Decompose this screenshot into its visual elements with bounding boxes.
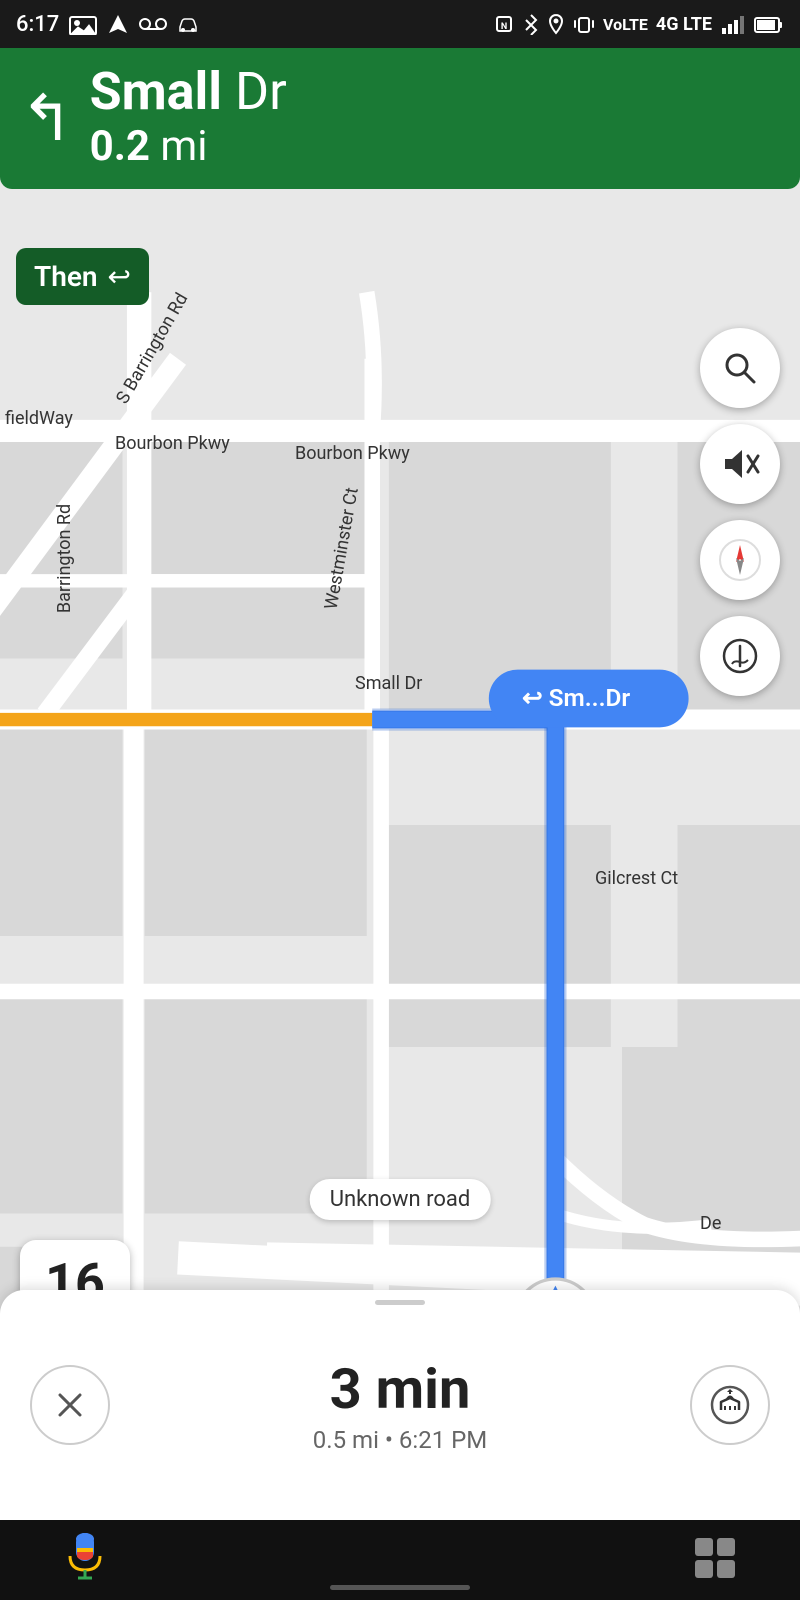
nav-distance: 0.2 mi <box>90 122 780 171</box>
turn-arrow-icon: ↰ <box>20 87 74 151</box>
add-note-button[interactable] <box>700 616 780 696</box>
network-label: VoLTE <box>603 15 648 34</box>
location-arrow-icon <box>107 13 129 35</box>
eta-section: 3 min 0.5 mi • 6:21 PM <box>110 1356 690 1454</box>
map-buttons <box>700 328 780 696</box>
mic-icon <box>60 1528 110 1588</box>
signal-icon <box>720 14 746 34</box>
lte-label: 4G LTE <box>656 14 712 35</box>
car-icon <box>177 15 199 33</box>
home-indicator <box>330 1585 470 1590</box>
compass-button[interactable] <box>700 520 780 600</box>
search-icon <box>722 350 758 386</box>
gallery-icon <box>69 13 97 35</box>
eta-time: 3 min <box>110 1356 690 1422</box>
bottom-handle <box>375 1300 425 1305</box>
then-bubble: Then ↩ <box>16 248 149 305</box>
cancel-icon <box>52 1387 88 1423</box>
street-name: Small Dr <box>90 66 780 118</box>
vibrate-icon <box>573 13 595 35</box>
map-area: ↩ Sm...Dr S Barrington Rd Bourbon Pkwy B… <box>0 48 800 1380</box>
routes-button[interactable] <box>690 1365 770 1445</box>
apps-button[interactable] <box>690 1533 740 1587</box>
svg-text:↩ Sm...Dr: ↩ Sm...Dr <box>522 683 630 712</box>
nav-header: ↰ Small Dr 0.2 mi <box>0 48 800 189</box>
status-time: 6:17 <box>16 12 59 37</box>
mic-button[interactable] <box>60 1528 110 1592</box>
nfc-icon: N <box>493 13 515 35</box>
search-button[interactable] <box>700 328 780 408</box>
battery-icon <box>754 15 784 33</box>
mute-icon <box>720 446 760 482</box>
then-label: Then <box>34 260 98 293</box>
cancel-button[interactable] <box>30 1365 110 1445</box>
unknown-road-label: Unknown road <box>310 1179 491 1220</box>
pin-icon <box>547 13 565 35</box>
then-turn-arrow: ↩ <box>108 260 131 293</box>
bluetooth-icon <box>523 13 539 35</box>
eta-details: 0.5 mi • 6:21 PM <box>110 1426 690 1454</box>
bottom-nav <box>0 1520 800 1600</box>
svg-text:N: N <box>501 22 507 32</box>
status-bar: 6:17 N VoLTE 4G LTE <box>0 0 800 48</box>
apps-grid-icon <box>690 1533 740 1583</box>
voicemail-icon <box>139 15 167 33</box>
bottom-panel: 3 min 0.5 mi • 6:21 PM <box>0 1290 800 1520</box>
routes-icon <box>709 1384 751 1426</box>
mute-button[interactable] <box>700 424 780 504</box>
add-note-icon <box>720 636 760 676</box>
compass-icon <box>717 537 763 583</box>
